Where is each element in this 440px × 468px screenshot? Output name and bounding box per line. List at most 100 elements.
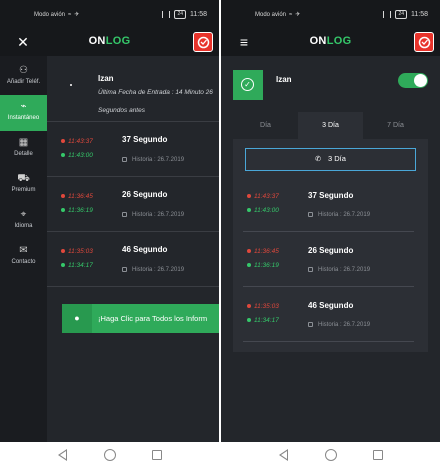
toggle-knob [414,74,427,87]
tab-3-day[interactable]: 3 Día [298,112,363,139]
wifi-icon: ≈ [289,11,293,18]
app-icon[interactable] [414,32,434,52]
battery-icon: 24 [395,10,407,19]
out-time: 11:35:03 [247,303,279,310]
sidebar-item-add-phone[interactable]: ⚇ Añadir Teléf. [0,59,47,95]
profile-name: Izan [98,74,114,83]
mail-icon: ✉ [19,245,28,256]
in-time: 11:36:19 [61,207,93,214]
history-icon [122,267,127,272]
app-icon[interactable] [193,32,213,52]
select-checkbox[interactable]: ✓ [233,70,263,100]
in-time: 11:36:19 [247,262,279,269]
duration: 37 Segundo [308,191,354,200]
airplane-icon: ✈ [295,12,301,18]
history-date: Historia : 26.7.2019 [132,267,185,274]
duration: 37 Segundo [122,135,168,144]
check-icon: ✓ [241,78,254,91]
history-date: Historia : 26.7.2019 [318,212,371,219]
range-tabs: Día 3 Día 7 Día [233,112,428,139]
list-item-content: 11:35:03 11:34:17 46 Segundo Historia : … [243,287,414,342]
chat-icon: ● [62,304,92,333]
history-date: Historia : 26.7.2019 [318,322,371,329]
in-time: 11:34:17 [247,317,279,324]
sidebar-item-instant[interactable]: ⌁ Instantáneo [0,95,47,131]
app-bar: ✕ ONLOG [0,28,219,56]
signal-icon [162,11,171,18]
history-icon [308,212,313,217]
sidebar-item-label: Instantáneo [7,115,40,121]
out-time: 11:35:03 [61,248,93,255]
duration: 26 Segundo [308,246,354,255]
status-bar: Modo avión ≈ ✈ 24 11:58 [221,0,440,28]
out-time: 11:43:37 [61,138,93,145]
sidebar-item-premium[interactable]: ⛟ Premium [0,167,47,203]
in-time: 11:43:00 [247,207,279,214]
range-call-button[interactable]: ✆ 3 Día [245,148,416,171]
cart-icon: ⛟ [17,173,30,184]
sidebar: ⚇ Añadir Teléf. ⌁ Instantáneo ▦ Detalle … [0,56,47,442]
pulse-icon: ⌁ [20,101,27,112]
location-icon: ⌖ [20,209,27,220]
list-item[interactable]: 11:35:03 11:34:17 46 Segundo Historia : … [47,232,219,287]
history-date: Historia : 26.7.2019 [132,157,185,164]
out-time: 11:43:37 [247,193,279,200]
system-nav-bar [0,442,219,468]
duration: 46 Segundo [308,301,354,310]
profile-name: Izan [276,75,292,84]
tab-7-day[interactable]: 7 Día [363,112,428,139]
history-icon [122,212,127,217]
instant-main: Izan Última Fecha de Entrada : 14 Minuto… [47,56,219,442]
list-item[interactable]: 11:36:45 11:36:19 26 Segundo Historia : … [47,177,219,232]
all-reports-button[interactable]: ● ¡Haga Clic para Todos los Inform [62,304,219,333]
airplane-mode-text: Modo avión [34,11,66,18]
back-icon[interactable] [58,449,67,461]
sidebar-item-label: Contacto [11,259,36,265]
sidebar-item-language[interactable]: ⌖ Idioma [0,203,47,239]
airplane-icon: ✈ [74,12,80,18]
clock: 11:58 [190,11,207,18]
last-entry-text: Última Fecha de Entrada : 14 Minuto 26 [98,89,213,96]
since-text: Segundos antes [98,107,145,114]
out-time: 11:36:45 [61,193,93,200]
app-bar: ≡ ONLOG [221,28,440,56]
sidebar-item-label: Detalle [14,151,33,157]
app-logo: ONLOG [88,35,131,47]
list-item[interactable]: 11:43:37 11:43:00 37 Segundo Historia : … [47,122,219,177]
records-panel: ✆ 3 Día 11:43:37 11:43:00 37 Segundo Hist… [233,139,428,352]
add-user-icon: ⚇ [19,65,28,76]
list-item-content: 11:43:37 11:43:00 37 Segundo Historia : … [243,177,414,232]
avatar [70,84,72,86]
list-item-content: 11:36:45 11:36:19 26 Segundo Historia : … [243,232,414,287]
recents-icon[interactable] [152,450,162,460]
screen-detail: Modo avión ≈ ✈ 24 11:58 ≡ ONLOG ✓ Izan Día … [221,0,440,468]
battery-icon: 24 [174,10,186,19]
range-call-label: 3 Día [327,154,346,163]
home-icon[interactable] [325,449,337,461]
app-logo: ONLOG [309,35,352,47]
airplane-mode-text: Modo avión [255,11,287,18]
sidebar-item-label: Idioma [14,223,33,229]
calendar-icon: ▦ [18,137,29,148]
history-date: Historia : 26.7.2019 [132,212,185,219]
profile-card[interactable]: Izan Última Fecha de Entrada : 14 Minuto… [47,56,219,122]
history-icon [122,157,127,162]
all-reports-label: ¡Haga Clic para Todos los Inform [98,314,208,323]
recents-icon[interactable] [373,450,383,460]
screen-instant: Modo avión ≈ ✈ 24 11:58 ✕ ONLOG ⚇ Añadir Te… [0,0,219,468]
history-icon [308,322,313,327]
in-time: 11:34:17 [61,262,93,269]
home-icon[interactable] [104,449,116,461]
history-date: Historia : 26.7.2019 [318,267,371,274]
clock: 11:58 [411,11,428,18]
duration: 26 Segundo [122,190,168,199]
status-bar: Modo avión ≈ ✈ 24 11:58 [0,0,219,28]
back-icon[interactable] [279,449,288,461]
tracking-toggle[interactable] [398,73,428,88]
wifi-icon: ≈ [68,11,72,18]
out-time: 11:36:45 [247,248,279,255]
profile-row: ✓ Izan [221,56,440,110]
sidebar-item-detail[interactable]: ▦ Detalle [0,131,47,167]
sidebar-item-contact[interactable]: ✉ Contacto [0,239,47,275]
tab-day[interactable]: Día [233,112,298,139]
